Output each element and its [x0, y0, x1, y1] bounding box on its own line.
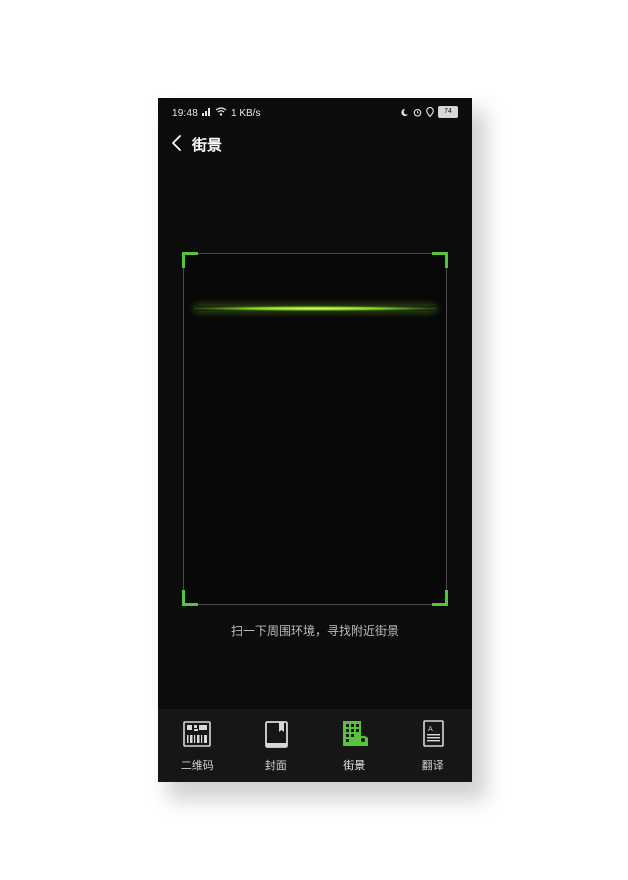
qr-barcode-icon — [183, 721, 212, 747]
signal-wifi-icons — [202, 107, 227, 116]
page-title: 街景 — [192, 137, 223, 154]
tab-label-translate: 翻译 — [421, 760, 444, 772]
battery-indicator: 74 — [438, 106, 458, 118]
scan-corner-top-left — [182, 252, 198, 268]
wifi-icon — [215, 107, 227, 116]
tab-label-qr-code: 二维码 — [180, 760, 214, 772]
tab-street-view[interactable]: 街景 — [315, 709, 394, 782]
tab-label-street-view: 街景 — [343, 760, 366, 772]
status-time: 19:48 — [172, 108, 199, 119]
scan-hint: 扫一下周围环境，寻找附近街景 — [230, 624, 399, 638]
status-bar: 19:48 1 KB/s 74 — [158, 98, 472, 128]
svg-text:A: A — [428, 725, 433, 733]
tab-label-cover: 封面 — [264, 760, 287, 772]
chevron-left-icon — [172, 135, 181, 151]
tab-translate[interactable]: A 翻译 — [394, 709, 473, 782]
location-icon — [426, 107, 434, 117]
scan-corner-top-right — [432, 252, 448, 268]
bottom-tab-bar: 二维码 封面 街景 A 翻译 — [158, 709, 472, 782]
network-speed: 1 KB/s — [231, 108, 261, 119]
moon-icon — [401, 108, 409, 116]
status-right-icons: 74 — [400, 106, 458, 118]
header-bar: 街景 — [158, 128, 472, 158]
alarm-icon — [413, 108, 422, 117]
street-building-icon — [343, 721, 369, 746]
tab-cover[interactable]: 封面 — [237, 709, 316, 782]
back-button[interactable] — [168, 132, 188, 154]
scan-corner-bottom-right — [432, 590, 448, 606]
tab-qr-code[interactable]: 二维码 — [158, 709, 237, 782]
book-cover-icon — [264, 721, 288, 748]
signal-icon — [202, 108, 210, 116]
scan-corner-bottom-left — [182, 590, 198, 606]
scan-line — [194, 306, 436, 311]
translate-document-icon: A — [422, 720, 444, 747]
scan-frame — [182, 252, 448, 606]
phone-screen: 19:48 1 KB/s 74 街景 扫一下周围环境，寻找附近街景 二维码 封面… — [158, 98, 472, 782]
